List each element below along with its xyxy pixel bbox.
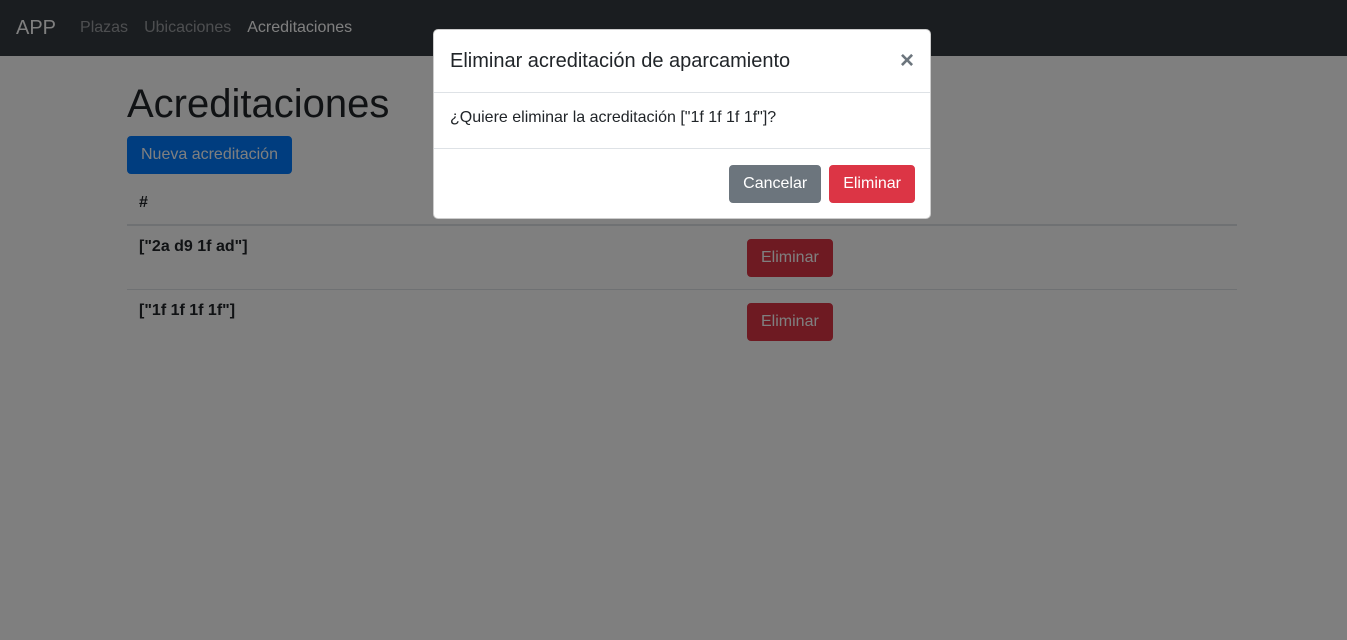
- modal-title: Eliminar acreditación de aparcamiento: [450, 49, 791, 72]
- cancel-button[interactable]: Cancelar: [729, 165, 822, 203]
- delete-modal: Eliminar acreditación de aparcamiento × …: [433, 29, 931, 219]
- modal-header: Eliminar acreditación de aparcamiento ×: [434, 30, 930, 93]
- modal-footer: Cancelar Eliminar: [434, 149, 930, 219]
- close-icon[interactable]: ×: [900, 49, 914, 73]
- modal-body: ¿Quiere eliminar la acreditación ["1f 1f…: [434, 93, 930, 149]
- confirm-delete-button[interactable]: Eliminar: [829, 165, 915, 203]
